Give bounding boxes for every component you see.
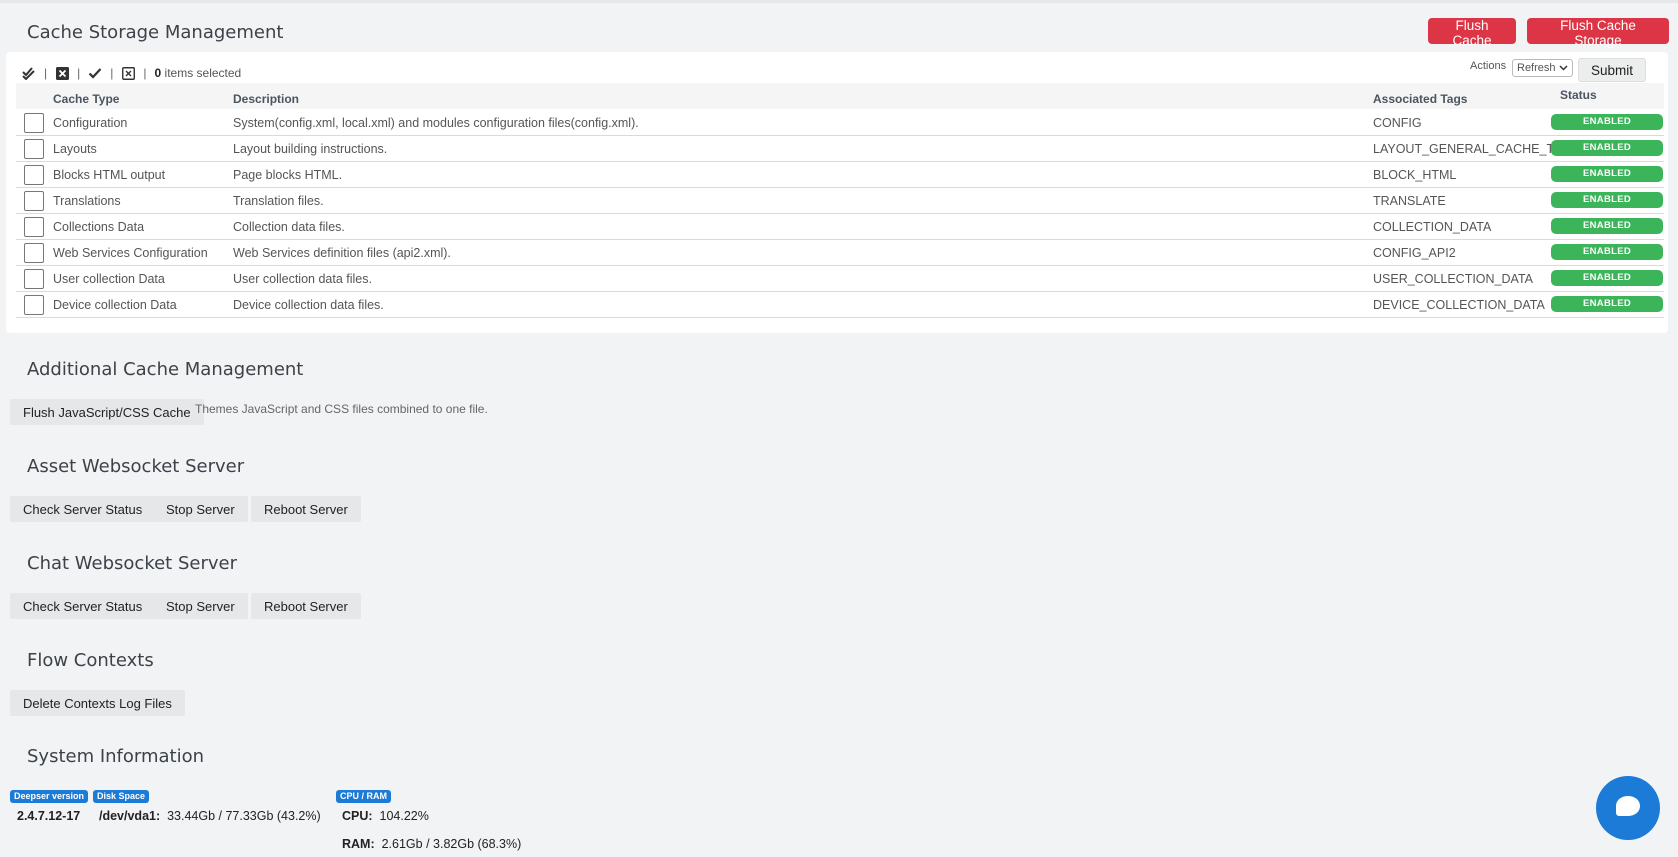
chat-stop-server-button[interactable]: Stop Server [153, 593, 248, 619]
flush-js-css-button[interactable]: Flush JavaScript/CSS Cache [10, 399, 204, 425]
table-row: Device collection Data Device collection… [16, 292, 1664, 318]
column-status[interactable]: Status [1560, 88, 1597, 102]
table-row: Layouts Layout building instructions. LA… [16, 136, 1664, 162]
chat-bubble-icon [1615, 795, 1641, 822]
cell-cache-type: Web Services Configuration [53, 246, 208, 260]
disk-space-value: /dev/vda1: 33.44Gb / 77.33Gb (43.2%) [99, 809, 321, 823]
check-double-icon[interactable] [22, 66, 36, 80]
cell-cache-type: Layouts [53, 142, 97, 156]
cell-tags: CONFIG [1373, 116, 1422, 130]
cell-cache-type: Configuration [53, 116, 128, 130]
cell-tags: COLLECTION_DATA [1373, 220, 1492, 234]
flush-js-css-description: Themes JavaScript and CSS files combined… [195, 402, 488, 416]
system-information-title: System Information [27, 746, 205, 767]
cell-description: Translation files. [233, 194, 324, 208]
asset-stop-server-button[interactable]: Stop Server [153, 496, 248, 522]
selected-count: 0 items selected [154, 66, 242, 80]
table-row: Blocks HTML output Page blocks HTML. BLO… [16, 162, 1664, 188]
disk-space-tag: Disk Space [93, 790, 150, 803]
cell-tags: CONFIG_API2 [1373, 246, 1456, 260]
chat-reboot-server-button[interactable]: Reboot Server [251, 593, 361, 619]
status-badge: ENABLED [1551, 140, 1663, 156]
cell-tags: LAYOUT_GENERAL_CACHE_TAG [1373, 142, 1572, 156]
actions-select[interactable]: Refresh [1512, 59, 1573, 77]
cpu-ram-tag: CPU / RAM [336, 790, 391, 803]
asset-reboot-server-button[interactable]: Reboot Server [251, 496, 361, 522]
column-associated-tags[interactable]: Associated Tags [1373, 92, 1467, 106]
cell-description: User collection data files. [233, 272, 372, 286]
actions-select-value: Refresh [1517, 62, 1556, 74]
status-badge: ENABLED [1551, 192, 1663, 208]
table-row: Translations Translation files. TRANSLAT… [16, 188, 1664, 214]
row-checkbox[interactable] [24, 113, 44, 133]
row-checkbox[interactable] [24, 165, 44, 185]
chat-launcher-button[interactable] [1596, 776, 1660, 840]
flow-contexts-title: Flow Contexts [27, 650, 154, 671]
cell-description: Layout building instructions. [233, 142, 388, 156]
status-badge: ENABLED [1551, 114, 1663, 130]
status-badge: ENABLED [1551, 270, 1663, 286]
table-header: Cache Type Description Associated Tags S… [16, 83, 1664, 109]
top-divider [0, 0, 1678, 3]
square-x-outline-icon[interactable] [121, 66, 135, 80]
check-icon[interactable] [88, 66, 102, 80]
row-checkbox[interactable] [24, 269, 44, 289]
toolbar-separator: | [44, 66, 48, 80]
table-row: Collections Data Collection data files. … [16, 214, 1664, 240]
table-row: Configuration System(config.xml, local.x… [16, 110, 1664, 136]
cell-description: Device collection data files. [233, 298, 384, 312]
chat-websocket-title: Chat Websocket Server [27, 553, 237, 574]
cpu-value: CPU: 104.22% [342, 809, 429, 823]
table-row: User collection Data User collection dat… [16, 266, 1664, 292]
row-checkbox[interactable] [24, 295, 44, 315]
chat-check-status-button[interactable]: Check Server Status [10, 593, 156, 619]
cell-description: Collection data files. [233, 220, 345, 234]
version-value: 2.4.7.12-17 [17, 809, 81, 823]
cell-cache-type: User collection Data [53, 272, 165, 286]
cell-description: Web Services definition files (api2.xml)… [233, 246, 451, 260]
row-checkbox[interactable] [24, 217, 44, 237]
cell-description: Page blocks HTML. [233, 168, 343, 182]
square-x-icon[interactable] [55, 66, 69, 80]
asset-check-status-button[interactable]: Check Server Status [10, 496, 156, 522]
cache-storage-title: Cache Storage Management [27, 22, 284, 43]
toolbar-separator: | [77, 66, 81, 80]
cell-description: System(config.xml, local.xml) and module… [233, 116, 639, 130]
version-tag: Deepser version [10, 790, 89, 803]
cell-cache-type: Blocks HTML output [53, 168, 166, 182]
actions-label: Actions [1470, 60, 1507, 72]
table-row: Web Services Configuration Web Services … [16, 240, 1664, 266]
additional-cache-title: Additional Cache Management [27, 359, 304, 380]
cell-tags: USER_COLLECTION_DATA [1373, 272, 1533, 286]
status-badge: ENABLED [1551, 296, 1663, 312]
toolbar-separator: | [110, 66, 114, 80]
row-checkbox[interactable] [24, 191, 44, 211]
cell-tags: DEVICE_COLLECTION_DATA [1373, 298, 1545, 312]
submit-button[interactable]: Submit [1578, 58, 1646, 82]
flush-cache-storage-button[interactable]: Flush Cache Storage [1527, 18, 1669, 48]
flush-cache-button[interactable]: Flush Cache [1428, 18, 1516, 48]
chevron-down-icon [1559, 62, 1568, 74]
cell-tags: TRANSLATE [1373, 194, 1446, 208]
cell-cache-type: Collections Data [53, 220, 145, 234]
delete-contexts-log-button[interactable]: Delete Contexts Log Files [10, 690, 185, 716]
status-badge: ENABLED [1551, 166, 1663, 182]
toolbar-separator: | [143, 66, 147, 80]
asset-websocket-title: Asset Websocket Server [27, 456, 245, 477]
column-cache-type[interactable]: Cache Type [53, 92, 119, 106]
ram-value: RAM: 2.61Gb / 3.82Gb (68.3%) [342, 837, 522, 851]
cache-storage-panel: | | | | 0 items selected Actions Refresh… [6, 52, 1668, 333]
cell-cache-type: Device collection Data [53, 298, 177, 312]
row-checkbox[interactable] [24, 139, 44, 159]
column-description[interactable]: Description [233, 92, 299, 106]
status-badge: ENABLED [1551, 244, 1663, 260]
status-badge: ENABLED [1551, 218, 1663, 234]
cell-tags: BLOCK_HTML [1373, 168, 1457, 182]
cell-cache-type: Translations [53, 194, 121, 208]
row-checkbox[interactable] [24, 243, 44, 263]
mass-action-toolbar: | | | | 0 items selected [22, 63, 241, 83]
